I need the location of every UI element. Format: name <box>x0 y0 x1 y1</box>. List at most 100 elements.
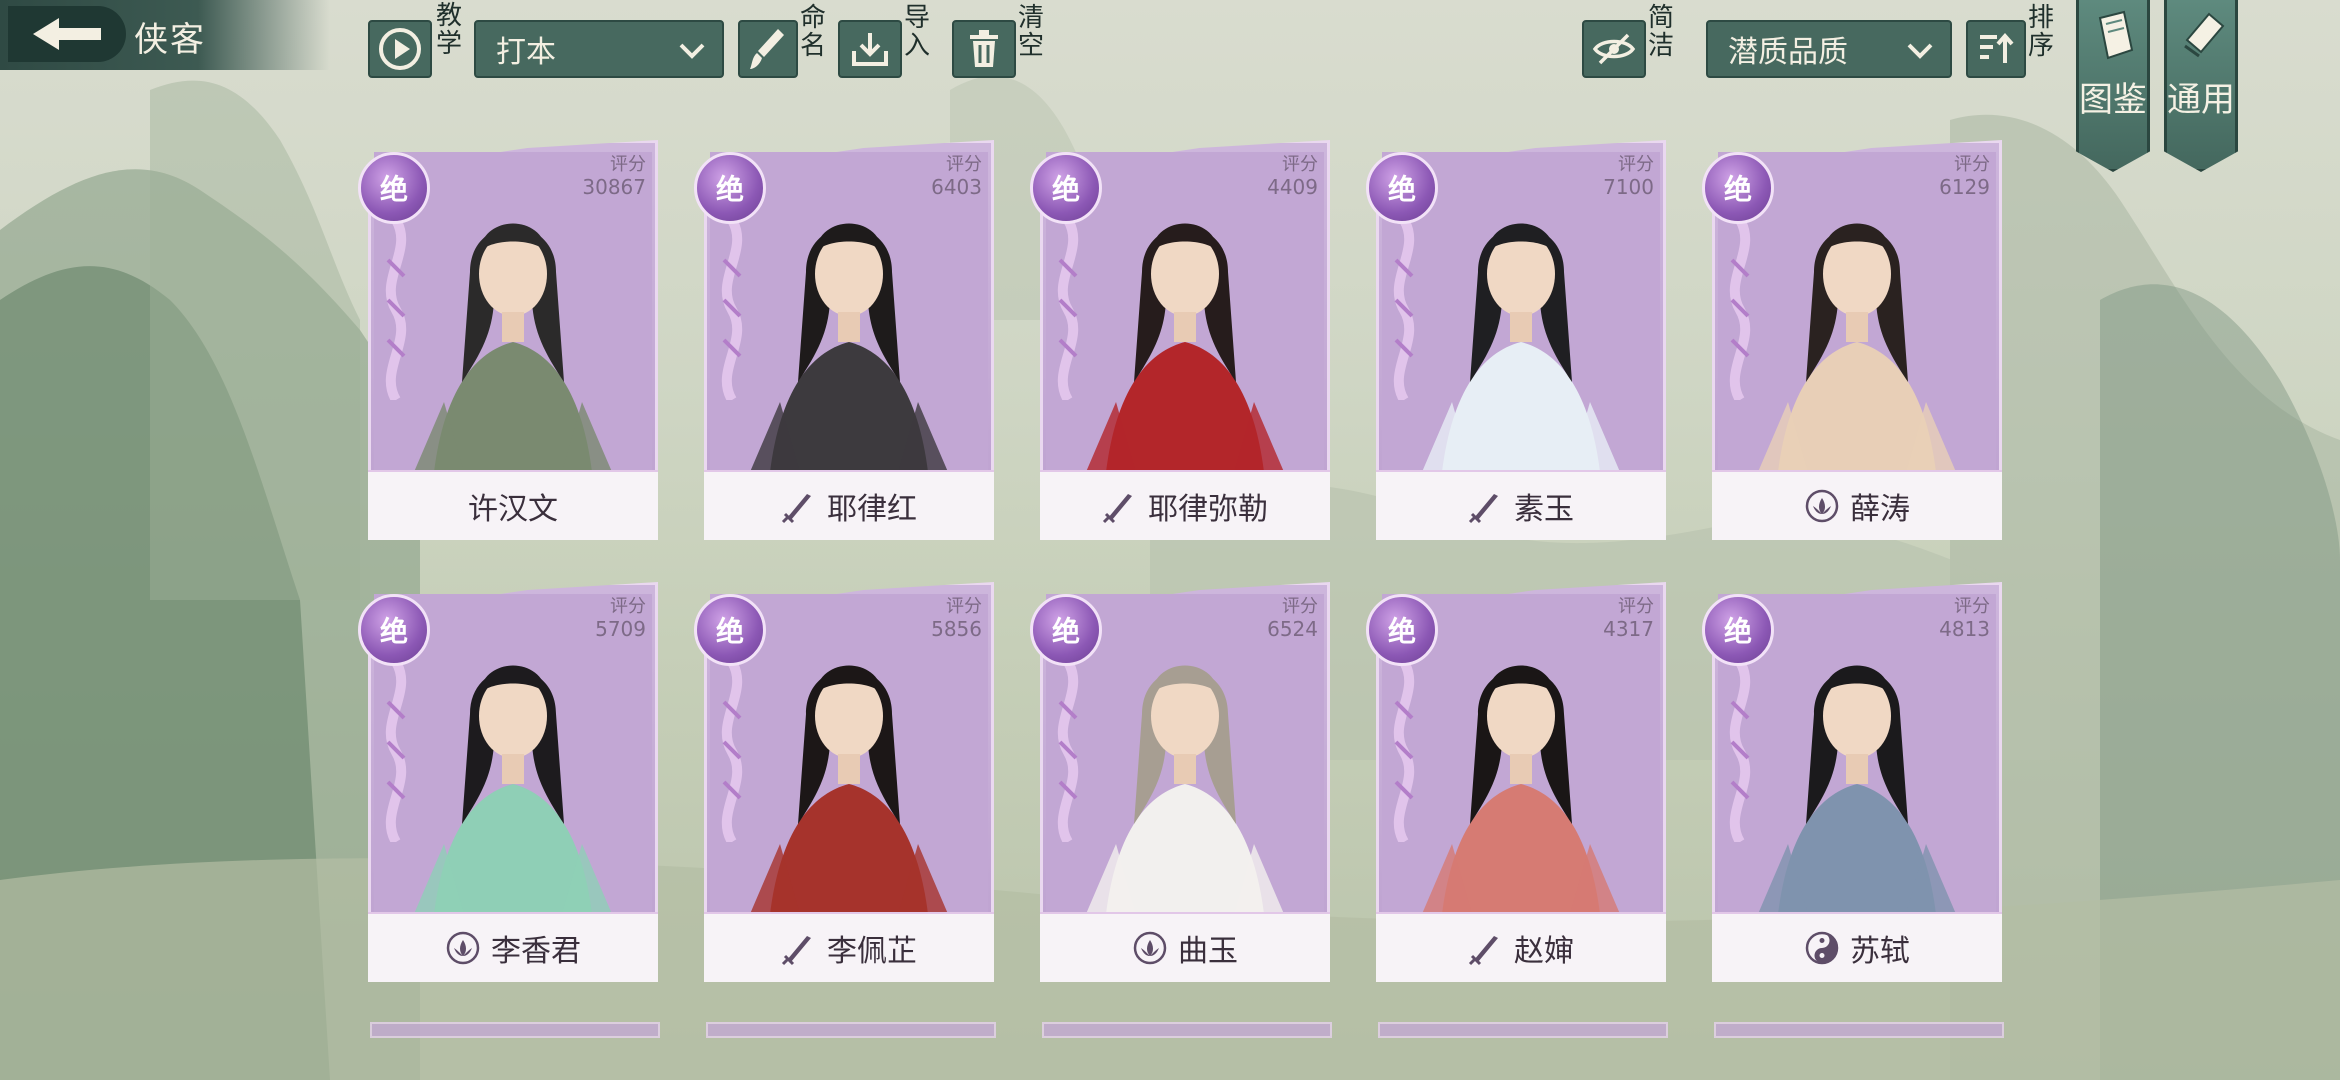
hero-name: 曲玉 <box>1178 934 1238 969</box>
rating-block: 评分 4813 <box>1939 596 1990 640</box>
hero-name-bar: 素玉 <box>1376 470 1666 540</box>
sword-icon <box>1468 488 1504 524</box>
sort-order-button[interactable] <box>1966 20 2026 78</box>
hero-card[interactable]: 绝 评分 4409 耶律弥勒 <box>1030 140 1330 540</box>
card-row-peek <box>370 1022 660 1038</box>
hero-name-bar: 李香君 <box>368 912 658 982</box>
play-icon <box>379 28 421 70</box>
rating-block: 评分 7100 <box>1603 154 1654 198</box>
grade-badge: 绝 <box>1366 152 1438 224</box>
ribbon-decoration <box>710 659 760 845</box>
sword-icon <box>1468 930 1504 966</box>
hero-card[interactable]: 绝 评分 5709 李香君 <box>358 582 658 982</box>
ribbon-decoration <box>1382 659 1432 845</box>
rating-label: 评分 <box>1282 596 1318 617</box>
grade-badge: 绝 <box>1030 594 1102 666</box>
sword-icon <box>781 930 817 966</box>
hero-card[interactable]: 绝 评分 6524 曲玉 <box>1030 582 1330 982</box>
ribbon-decoration <box>1718 659 1768 845</box>
preset-dropdown[interactable]: 打本 <box>474 20 724 78</box>
rating-block: 评分 6524 <box>1267 596 1318 640</box>
clear-label: 清空 <box>1017 3 1044 61</box>
hero-card[interactable]: 绝 评分 30867 许汉文 <box>358 140 658 540</box>
ribbon-decoration <box>1046 217 1096 403</box>
tutorial-button[interactable] <box>368 20 432 78</box>
rename-label: 命名 <box>799 3 826 61</box>
lotus-icon <box>1132 930 1168 966</box>
trash-icon <box>970 30 998 67</box>
rating-block: 评分 5856 <box>931 596 982 640</box>
rating-block: 评分 4409 <box>1267 154 1318 198</box>
rating-block: 评分 5709 <box>595 596 646 640</box>
ribbon-decoration <box>1718 217 1768 403</box>
chevron-down-icon <box>679 43 705 59</box>
hero-name-bar: 耶律红 <box>704 470 994 540</box>
card-row-peek <box>706 1022 996 1038</box>
ribbon-decoration <box>1046 659 1096 845</box>
rating-label: 评分 <box>1618 596 1654 617</box>
hero-name: 耶律弥勒 <box>1148 492 1268 527</box>
simple-view-button[interactable] <box>1582 20 1646 78</box>
preset-value: 打本 <box>496 35 556 70</box>
hero-card[interactable]: 绝 评分 4317 赵婶 <box>1366 582 1666 982</box>
import-button[interactable] <box>838 20 902 78</box>
rating-label: 评分 <box>610 596 646 617</box>
rating-value: 4317 <box>1603 617 1654 641</box>
rating-label: 评分 <box>610 154 646 175</box>
scroll-icon <box>2184 12 2225 58</box>
grade-badge: 绝 <box>1030 152 1102 224</box>
rating-value: 30867 <box>582 175 646 199</box>
hero-name-bar: 李佩芷 <box>704 912 994 982</box>
hero-name: 素玉 <box>1514 492 1574 527</box>
rename-button[interactable] <box>738 20 798 78</box>
lotus-icon <box>445 930 481 966</box>
general-tab[interactable]: 通用 <box>2164 0 2238 172</box>
download-icon <box>852 33 888 66</box>
hero-name-bar: 曲玉 <box>1040 912 1330 982</box>
hero-card[interactable]: 绝 评分 6403 耶律红 <box>694 140 994 540</box>
grade-badge: 绝 <box>1702 594 1774 666</box>
import-label: 导入 <box>903 3 930 61</box>
grade-badge: 绝 <box>694 594 766 666</box>
hero-card[interactable]: 绝 评分 7100 素玉 <box>1366 140 1666 540</box>
book-icon <box>2098 10 2134 60</box>
hero-name: 薛涛 <box>1850 492 1910 527</box>
hero-name: 赵婶 <box>1514 934 1574 969</box>
grade-badge: 绝 <box>694 152 766 224</box>
rating-block: 评分 4317 <box>1603 596 1654 640</box>
sword-icon <box>1102 488 1138 524</box>
atlas-tab[interactable]: 图鉴 <box>2076 0 2150 172</box>
back-button[interactable] <box>8 6 126 62</box>
chevron-down-icon <box>1907 43 1933 59</box>
taiji-icon <box>1804 930 1840 966</box>
ribbon-decoration <box>1382 217 1432 403</box>
lotus-icon <box>1804 488 1840 524</box>
top-bar: 侠客 教学 打本 命名 导入 清空 简洁 潜质品质 排序 <box>0 0 2340 90</box>
hero-name: 李佩芷 <box>827 934 917 969</box>
sort-icon <box>1980 32 2014 63</box>
sort-dropdown[interactable]: 潜质品质 <box>1706 20 1952 78</box>
ribbon-decoration <box>710 217 760 403</box>
header-band: 侠客 <box>0 0 330 70</box>
hero-name-bar: 许汉文 <box>368 470 658 540</box>
hero-name-bar: 苏轼 <box>1712 912 2002 982</box>
simple-view-label: 简洁 <box>1647 3 1674 61</box>
hero-card[interactable]: 绝 评分 5856 李佩芷 <box>694 582 994 982</box>
grade-badge: 绝 <box>358 594 430 666</box>
hero-name-bar: 耶律弥勒 <box>1040 470 1330 540</box>
ribbon-decoration <box>374 659 424 845</box>
general-label: 通用 <box>2167 80 2235 120</box>
rating-block: 评分 6129 <box>1939 154 1990 198</box>
hero-name: 耶律红 <box>827 492 917 527</box>
hero-name: 李香君 <box>491 934 581 969</box>
hero-name: 许汉文 <box>468 492 558 527</box>
rating-value: 6403 <box>931 175 982 199</box>
card-row-peek <box>1378 1022 1668 1038</box>
rating-label: 评分 <box>1618 154 1654 175</box>
page-title: 侠客 <box>134 20 206 60</box>
rating-label: 评分 <box>1282 154 1318 175</box>
clear-button[interactable] <box>952 20 1016 78</box>
hero-card[interactable]: 绝 评分 4813 苏轼 <box>1702 582 2002 982</box>
rating-label: 评分 <box>946 154 982 175</box>
hero-card[interactable]: 绝 评分 6129 薛涛 <box>1702 140 2002 540</box>
